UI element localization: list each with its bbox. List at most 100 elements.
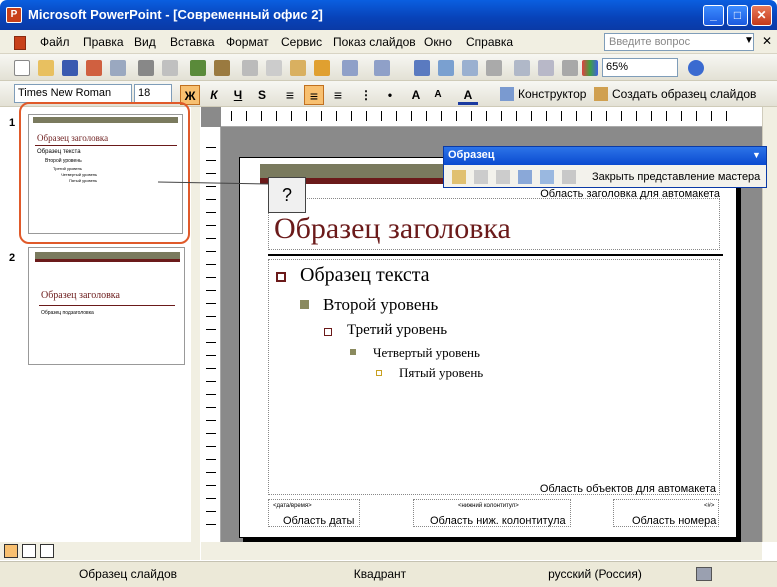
- open-icon[interactable]: [38, 60, 54, 76]
- thumb2-accent-bar: [35, 259, 180, 262]
- menu-file[interactable]: Файл: [40, 35, 70, 49]
- master-layout-icon[interactable]: [562, 170, 576, 184]
- insert-master-icon[interactable]: [452, 170, 466, 184]
- font-size-select[interactable]: 18: [134, 84, 172, 103]
- footer-label: Область ниж. колонтитула: [430, 515, 566, 527]
- close-master-view-button[interactable]: Закрыть представление мастера: [592, 171, 760, 183]
- thumb-line-3: Третий уровень: [53, 166, 82, 171]
- align-right-icon[interactable]: ≡: [328, 85, 348, 105]
- cut-icon[interactable]: [242, 60, 258, 76]
- thumb2-title: Образец заголовка: [41, 290, 120, 301]
- status-mode: Образец слайдов: [78, 567, 178, 581]
- number-placeholder[interactable]: <#> Область номера: [613, 499, 719, 527]
- format-painter-icon[interactable]: [314, 60, 330, 76]
- bullets-icon[interactable]: •: [380, 85, 400, 105]
- align-left-icon[interactable]: ≡: [280, 85, 300, 105]
- hyperlink-icon[interactable]: [486, 60, 502, 76]
- spelling-icon[interactable]: [190, 60, 206, 76]
- footer-placeholder[interactable]: <нижний колонтитул> Область ниж. колонти…: [413, 499, 571, 527]
- thumb2-header-bar: [35, 252, 180, 259]
- insert-title-master-icon[interactable]: [474, 170, 488, 184]
- italic-button[interactable]: К: [204, 85, 224, 105]
- preserve-master-icon[interactable]: [518, 170, 532, 184]
- delete-master-icon[interactable]: [496, 170, 510, 184]
- font-color-icon[interactable]: A: [458, 85, 478, 105]
- window-title: Microsoft PowerPoint - [Современный офис…: [28, 7, 323, 22]
- menu-view[interactable]: Вид: [134, 35, 156, 49]
- maximize-button[interactable]: □: [727, 5, 748, 26]
- view-buttons-bar: [0, 542, 200, 560]
- thumb-line-2: Второй уровень: [45, 158, 82, 164]
- menu-tools[interactable]: Сервис: [281, 35, 322, 49]
- email-icon[interactable]: [110, 60, 126, 76]
- thumb-header-bar: [33, 117, 178, 123]
- callout-box: ?: [268, 177, 306, 213]
- research-icon[interactable]: [214, 60, 230, 76]
- horizontal-scrollbar[interactable]: [201, 542, 762, 560]
- save-icon[interactable]: [62, 60, 78, 76]
- slide-master[interactable]: Область заголовка для автомакета Образец…: [239, 157, 737, 538]
- menu-insert[interactable]: Вставка: [170, 35, 215, 49]
- level-4: Четвертый уровень: [373, 345, 480, 360]
- chevron-down-icon[interactable]: ▼: [744, 35, 754, 46]
- shrink-font-icon[interactable]: A: [428, 85, 448, 105]
- toolbar-menu-chevron-icon[interactable]: ▼: [752, 150, 761, 160]
- show-formatting-icon[interactable]: [538, 60, 554, 76]
- menu-bar: Файл Правка Вид Вставка Формат Сервис По…: [0, 30, 777, 54]
- slideshow-view-icon[interactable]: [40, 544, 54, 558]
- chart-icon[interactable]: [414, 60, 430, 76]
- color-grayscale-icon[interactable]: [582, 60, 598, 76]
- table-icon[interactable]: [438, 60, 454, 76]
- align-center-icon[interactable]: ≡: [304, 85, 324, 105]
- normal-view-icon[interactable]: [4, 544, 18, 558]
- date-placeholder[interactable]: <дата/время> Область даты: [268, 499, 360, 527]
- menu-help[interactable]: Справка: [466, 35, 513, 49]
- menu-window[interactable]: Окно: [424, 35, 452, 49]
- document-icon[interactable]: [14, 36, 26, 50]
- bullet-3-icon: [324, 328, 332, 336]
- level-1: Образец текста: [300, 264, 430, 286]
- new-icon[interactable]: [14, 60, 30, 76]
- paste-icon[interactable]: [290, 60, 306, 76]
- copy-icon[interactable]: [266, 60, 282, 76]
- expand-all-icon[interactable]: [514, 60, 530, 76]
- help-search-input[interactable]: Введите вопрос: [604, 33, 754, 51]
- thumbnail-2[interactable]: Образец заголовка Образец подзаголовка: [28, 247, 185, 365]
- thumb2-subtitle: Образец подзаголовка: [41, 310, 94, 316]
- master-title: Образец заголовка: [274, 212, 511, 245]
- rename-master-icon[interactable]: [540, 170, 554, 184]
- footer-small: <нижний колонтитул>: [458, 503, 519, 509]
- menu-edit[interactable]: Правка: [83, 35, 124, 49]
- grid-icon[interactable]: [562, 60, 578, 76]
- create-master-button[interactable]: Создать образец слайдов: [612, 87, 756, 101]
- tables-borders-icon[interactable]: [462, 60, 478, 76]
- close-button[interactable]: ✕: [751, 5, 772, 26]
- new-master-icon: [594, 87, 608, 101]
- permission-icon[interactable]: [86, 60, 102, 76]
- help-icon[interactable]: [688, 60, 704, 76]
- powerpoint-app-icon[interactable]: P: [6, 7, 22, 23]
- font-select[interactable]: Times New Roman: [14, 84, 132, 103]
- level-5: Пятый уровень: [399, 365, 484, 380]
- slide-sorter-view-icon[interactable]: [22, 544, 36, 558]
- minimize-button[interactable]: _: [703, 5, 724, 26]
- underline-button[interactable]: Ч: [228, 85, 248, 105]
- number-label: Область номера: [632, 515, 717, 527]
- print-icon[interactable]: [138, 60, 154, 76]
- shadow-button[interactable]: S: [252, 85, 272, 105]
- numbering-icon[interactable]: ⋮: [356, 85, 376, 105]
- thumb2-rule: [39, 305, 175, 306]
- spelling-status-icon[interactable]: [696, 567, 712, 581]
- date-small: <дата/время>: [273, 503, 312, 509]
- menu-format[interactable]: Формат: [226, 35, 269, 49]
- menu-slideshow[interactable]: Показ слайдов: [333, 35, 416, 49]
- preview-icon[interactable]: [162, 60, 178, 76]
- designer-button[interactable]: Конструктор: [518, 87, 586, 101]
- redo-icon[interactable]: [374, 60, 390, 76]
- grow-font-icon[interactable]: A: [406, 85, 426, 105]
- doc-close-icon[interactable]: ✕: [762, 34, 772, 48]
- undo-icon[interactable]: [342, 60, 358, 76]
- horizontal-ruler[interactable]: [221, 107, 762, 127]
- master-toolbar-title[interactable]: Образец: [444, 147, 766, 165]
- zoom-select[interactable]: 65%: [602, 58, 678, 77]
